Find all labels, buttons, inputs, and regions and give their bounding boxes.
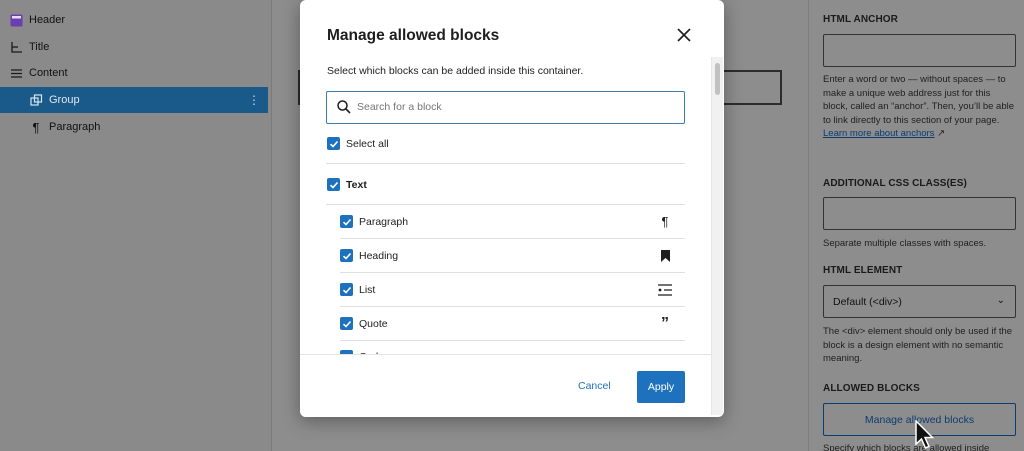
block-label-quote: Quote xyxy=(359,318,388,330)
list-item-paragraph[interactable]: ¶ Paragraph xyxy=(0,114,268,140)
block-label-heading: Heading xyxy=(359,250,399,262)
block-search-input[interactable]: Search for a block xyxy=(326,91,685,124)
apply-button[interactable]: Apply xyxy=(637,371,685,403)
group-icon xyxy=(29,93,43,107)
css-class-input[interactable] xyxy=(823,197,1016,230)
title-icon xyxy=(9,40,23,54)
modal-footer: Cancel Apply xyxy=(300,355,711,417)
css-help-text: Separate multiple classes with spaces. xyxy=(823,238,987,249)
css-class-label: ADDITIONAL CSS CLASS(ES) xyxy=(823,178,967,189)
divider xyxy=(326,204,685,205)
block-checkbox-heading[interactable] xyxy=(340,249,353,262)
quote-icon: ” xyxy=(661,315,669,332)
list-item-label: Header xyxy=(29,14,66,26)
external-link-icon: ↗ xyxy=(937,128,946,139)
bookmark-icon xyxy=(658,249,672,263)
search-icon xyxy=(337,100,351,114)
cancel-button[interactable]: Cancel xyxy=(578,380,611,392)
divider xyxy=(340,340,685,341)
modal-scrollbar[interactable] xyxy=(711,57,723,415)
block-checkbox-quote[interactable] xyxy=(340,317,353,330)
select-all-checkbox[interactable] xyxy=(327,137,340,150)
list-item-title[interactable]: Title xyxy=(0,34,268,60)
chevron-down-icon: ⌄ xyxy=(996,295,1005,306)
block-checkbox-list[interactable] xyxy=(340,283,353,296)
list-item-content[interactable]: Content xyxy=(0,60,268,86)
divider xyxy=(340,238,685,239)
footer-divider xyxy=(300,354,711,355)
search-placeholder: Search for a block xyxy=(357,101,442,113)
list-icon xyxy=(658,283,672,297)
category-text-label: Text xyxy=(346,179,367,191)
anchor-help-body: Enter a word or two — without spaces — t… xyxy=(823,74,1014,126)
html-anchor-label: HTML ANCHOR xyxy=(823,14,898,25)
html-element-select[interactable]: Default (<div>) ⌄ xyxy=(823,285,1016,318)
select-all-label: Select all xyxy=(346,138,389,150)
html-element-label: HTML ELEMENT xyxy=(823,265,903,276)
html-element-help: The <div> element should only be used if… xyxy=(823,326,1013,364)
header-template-icon xyxy=(9,13,23,27)
block-label-list: List xyxy=(359,284,376,296)
html-anchor-input[interactable] xyxy=(823,34,1016,67)
html-element-value: Default (<div>) xyxy=(833,295,902,308)
block-label-paragraph: Paragraph xyxy=(359,216,409,228)
divider xyxy=(326,163,685,164)
manage-allowed-blocks-modal: Manage allowed blocks Select which block… xyxy=(300,0,724,417)
category-text-checkbox[interactable] xyxy=(327,178,340,191)
list-view-panel: Header Title Content Group ⋮ ¶ Paragraph xyxy=(0,0,272,451)
close-icon[interactable] xyxy=(674,25,694,45)
paragraph-icon: ¶ xyxy=(661,213,669,229)
allowed-blocks-label: ALLOWED BLOCKS xyxy=(823,383,920,394)
more-options-icon[interactable]: ⋮ xyxy=(248,93,260,107)
list-item-group[interactable]: Group ⋮ xyxy=(0,87,268,113)
list-item-label: Paragraph xyxy=(49,121,101,133)
divider xyxy=(340,306,685,307)
learn-more-link[interactable]: Learn more about anchors xyxy=(823,128,934,139)
list-item-label: Group xyxy=(49,94,80,106)
scrollbar-thumb[interactable] xyxy=(715,63,720,95)
modal-description: Select which blocks can be added inside … xyxy=(327,65,584,77)
list-item-header[interactable]: Header xyxy=(0,7,268,33)
divider xyxy=(340,272,685,273)
paragraph-icon: ¶ xyxy=(32,119,40,135)
modal-title: Manage allowed blocks xyxy=(327,27,500,44)
mouse-cursor-icon xyxy=(915,420,935,449)
anchor-help-text: Enter a word or two — without spaces — t… xyxy=(823,73,1015,141)
list-item-label: Content xyxy=(29,67,68,79)
block-checkbox-paragraph[interactable] xyxy=(340,215,353,228)
content-icon xyxy=(9,66,23,80)
list-item-label: Title xyxy=(29,41,50,53)
